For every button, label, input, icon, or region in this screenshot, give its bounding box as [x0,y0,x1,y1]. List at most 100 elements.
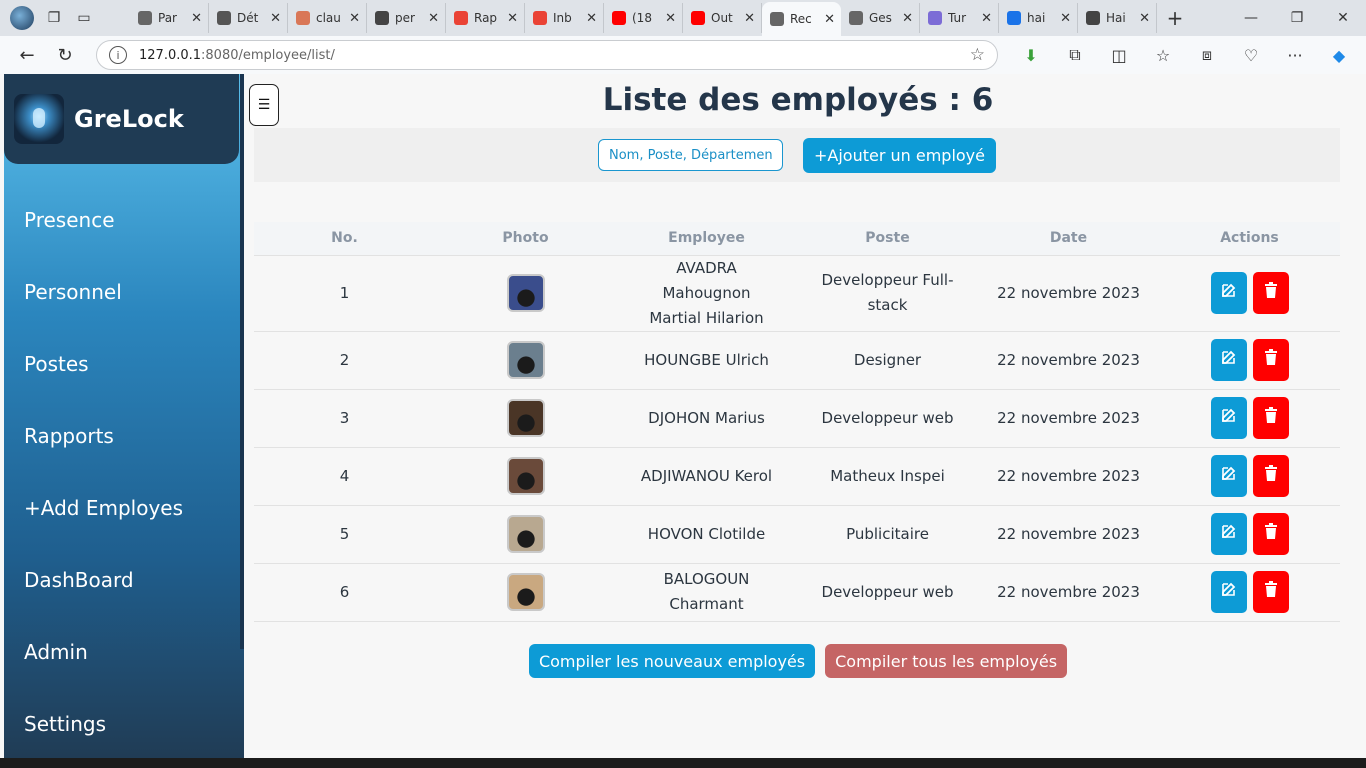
sidebar-item-add-employes[interactable]: +Add Employes [4,472,240,544]
new-tab-button[interactable]: + [1157,6,1193,30]
download-extension-icon[interactable]: ⬇ [1014,40,1048,70]
extensions-icon[interactable]: ⧉ [1058,40,1092,70]
compile-all-button[interactable]: Compiler tous les employés [825,644,1068,678]
employee-photo[interactable] [506,341,545,379]
copilot-icon[interactable]: ◆ [1322,40,1356,70]
browser-tab[interactable]: clau ✕ [288,3,367,33]
browser-tab-title: clau [316,11,341,25]
split-screen-icon[interactable]: ◫ [1102,40,1136,70]
cell-no: 6 [254,563,435,622]
cell-date: 22 novembre 2023 [978,447,1159,506]
close-tab-icon[interactable]: ✕ [1139,11,1150,26]
sidebar-item-admin[interactable]: Admin [4,616,240,688]
favorites-icon[interactable]: ☆ [1146,40,1180,70]
sidebar: GreLock Presence Personnel Postes Rappor… [4,74,244,758]
browser-tab[interactable]: Rap ✕ [446,3,525,33]
trash-icon [1264,406,1278,431]
browser-tab[interactable]: hai ✕ [999,3,1078,33]
sidebar-item-settings[interactable]: Settings [4,688,240,760]
close-tab-icon[interactable]: ✕ [981,11,992,26]
tab-actions-icon[interactable]: ▭ [74,8,94,28]
column-header-poste: Poste [865,230,910,247]
restore-icon[interactable]: ❐ [1274,10,1320,26]
delete-button[interactable] [1252,339,1289,381]
close-window-icon[interactable]: ✕ [1320,10,1366,26]
workspaces-icon[interactable]: ❐ [44,8,64,28]
delete-button[interactable] [1252,272,1289,314]
performance-icon[interactable]: ♡ [1234,40,1268,70]
sidebar-toggle-button[interactable]: ☰ [249,84,279,126]
edit-button[interactable] [1210,272,1247,314]
close-tab-icon[interactable]: ✕ [349,11,360,26]
cell-no: 2 [254,331,435,390]
delete-button[interactable] [1252,455,1289,497]
close-tab-icon[interactable]: ✕ [270,11,281,26]
table-row: 4 ADJIWANOU Kerol Matheux Inspei 22 novembr… [254,447,1340,506]
browser-tab[interactable]: Hai ✕ [1078,3,1157,33]
browser-tab[interactable]: (18 ✕ [604,3,683,33]
edit-button[interactable] [1210,513,1247,555]
edit-button[interactable] [1210,571,1247,613]
edit-button[interactable] [1210,397,1247,439]
employee-photo[interactable] [506,515,545,553]
cell-no: 3 [254,389,435,448]
browser-tab[interactable]: Dét ✕ [209,3,288,33]
grid-icon [375,11,389,25]
employee-photo[interactable] [506,399,545,437]
close-tab-icon[interactable]: ✕ [665,11,676,26]
sidebar-item-dashboard[interactable]: DashBoard [4,544,240,616]
trash-icon [1264,281,1278,306]
compile-new-button[interactable]: Compiler les nouveaux employés [528,644,816,678]
browser-tab[interactable]: Rec ✕ [762,2,841,36]
employee-photo[interactable] [506,457,545,495]
browser-tab[interactable]: Out ✕ [683,3,762,33]
trash-icon [1264,522,1278,547]
sidebar-item-rapports[interactable]: Rapports [4,400,240,472]
browser-tab-title: Tur [948,11,967,25]
close-tab-icon[interactable]: ✕ [586,11,597,26]
table-row: 3 DJOHON Marius Developpeur web 22 novembre… [254,389,1340,448]
cell-actions [1159,255,1340,332]
close-tab-icon[interactable]: ✕ [744,11,755,26]
horizontal-scrollbar[interactable] [0,758,1366,768]
collections-icon[interactable]: ⧈ [1190,40,1224,70]
close-tab-icon[interactable]: ✕ [507,11,518,26]
close-tab-icon[interactable]: ✕ [428,11,439,26]
site-info-icon[interactable]: i [109,46,127,64]
claude-icon [296,11,310,25]
browser-tab[interactable]: Par ✕ [130,3,209,33]
edit-button[interactable] [1210,455,1247,497]
browser-tab-title: Rec [790,12,812,26]
trash-icon [1264,580,1278,605]
close-tab-icon[interactable]: ✕ [824,12,835,27]
profile-avatar[interactable] [10,6,34,30]
delete-button[interactable] [1252,397,1289,439]
browser-tab[interactable]: per ✕ [367,3,446,33]
close-tab-icon[interactable]: ✕ [902,11,913,26]
edit-button[interactable] [1210,339,1247,381]
browser-tab[interactable]: Tur ✕ [920,3,999,33]
sidebar-item-postes[interactable]: Postes [4,328,240,400]
browser-tab[interactable]: Ges ✕ [841,3,920,33]
edit-icon [1221,522,1237,547]
search-input[interactable] [597,139,783,171]
delete-button[interactable] [1252,571,1289,613]
delete-button[interactable] [1252,513,1289,555]
url-input[interactable]: i 127.0.0.1:8080/employee/list/ ☆ [96,40,998,70]
minimize-icon[interactable]: — [1228,10,1274,26]
employee-photo[interactable] [506,274,545,312]
main-content: Liste des employés : 6 ☰ +Ajouter un emp… [244,74,1362,758]
add-employee-button[interactable]: +Ajouter un employé [802,137,996,173]
more-menu-icon[interactable]: ··· [1278,40,1312,70]
browser-tab[interactable]: Inb ✕ [525,3,604,33]
back-arrow-icon[interactable]: ← [10,40,44,70]
close-tab-icon[interactable]: ✕ [1060,11,1071,26]
employee-photo[interactable] [506,573,545,611]
close-tab-icon[interactable]: ✕ [191,11,202,26]
cell-employee: BALOGOUN Charmant [616,563,797,622]
sidebar-item-personnel[interactable]: Personnel [4,256,240,328]
sidebar-item-presence[interactable]: Presence [4,184,240,256]
browser-tab-title: per [395,11,415,25]
reload-icon[interactable]: ↻ [48,40,82,70]
favorite-star-icon[interactable]: ☆ [970,45,985,65]
